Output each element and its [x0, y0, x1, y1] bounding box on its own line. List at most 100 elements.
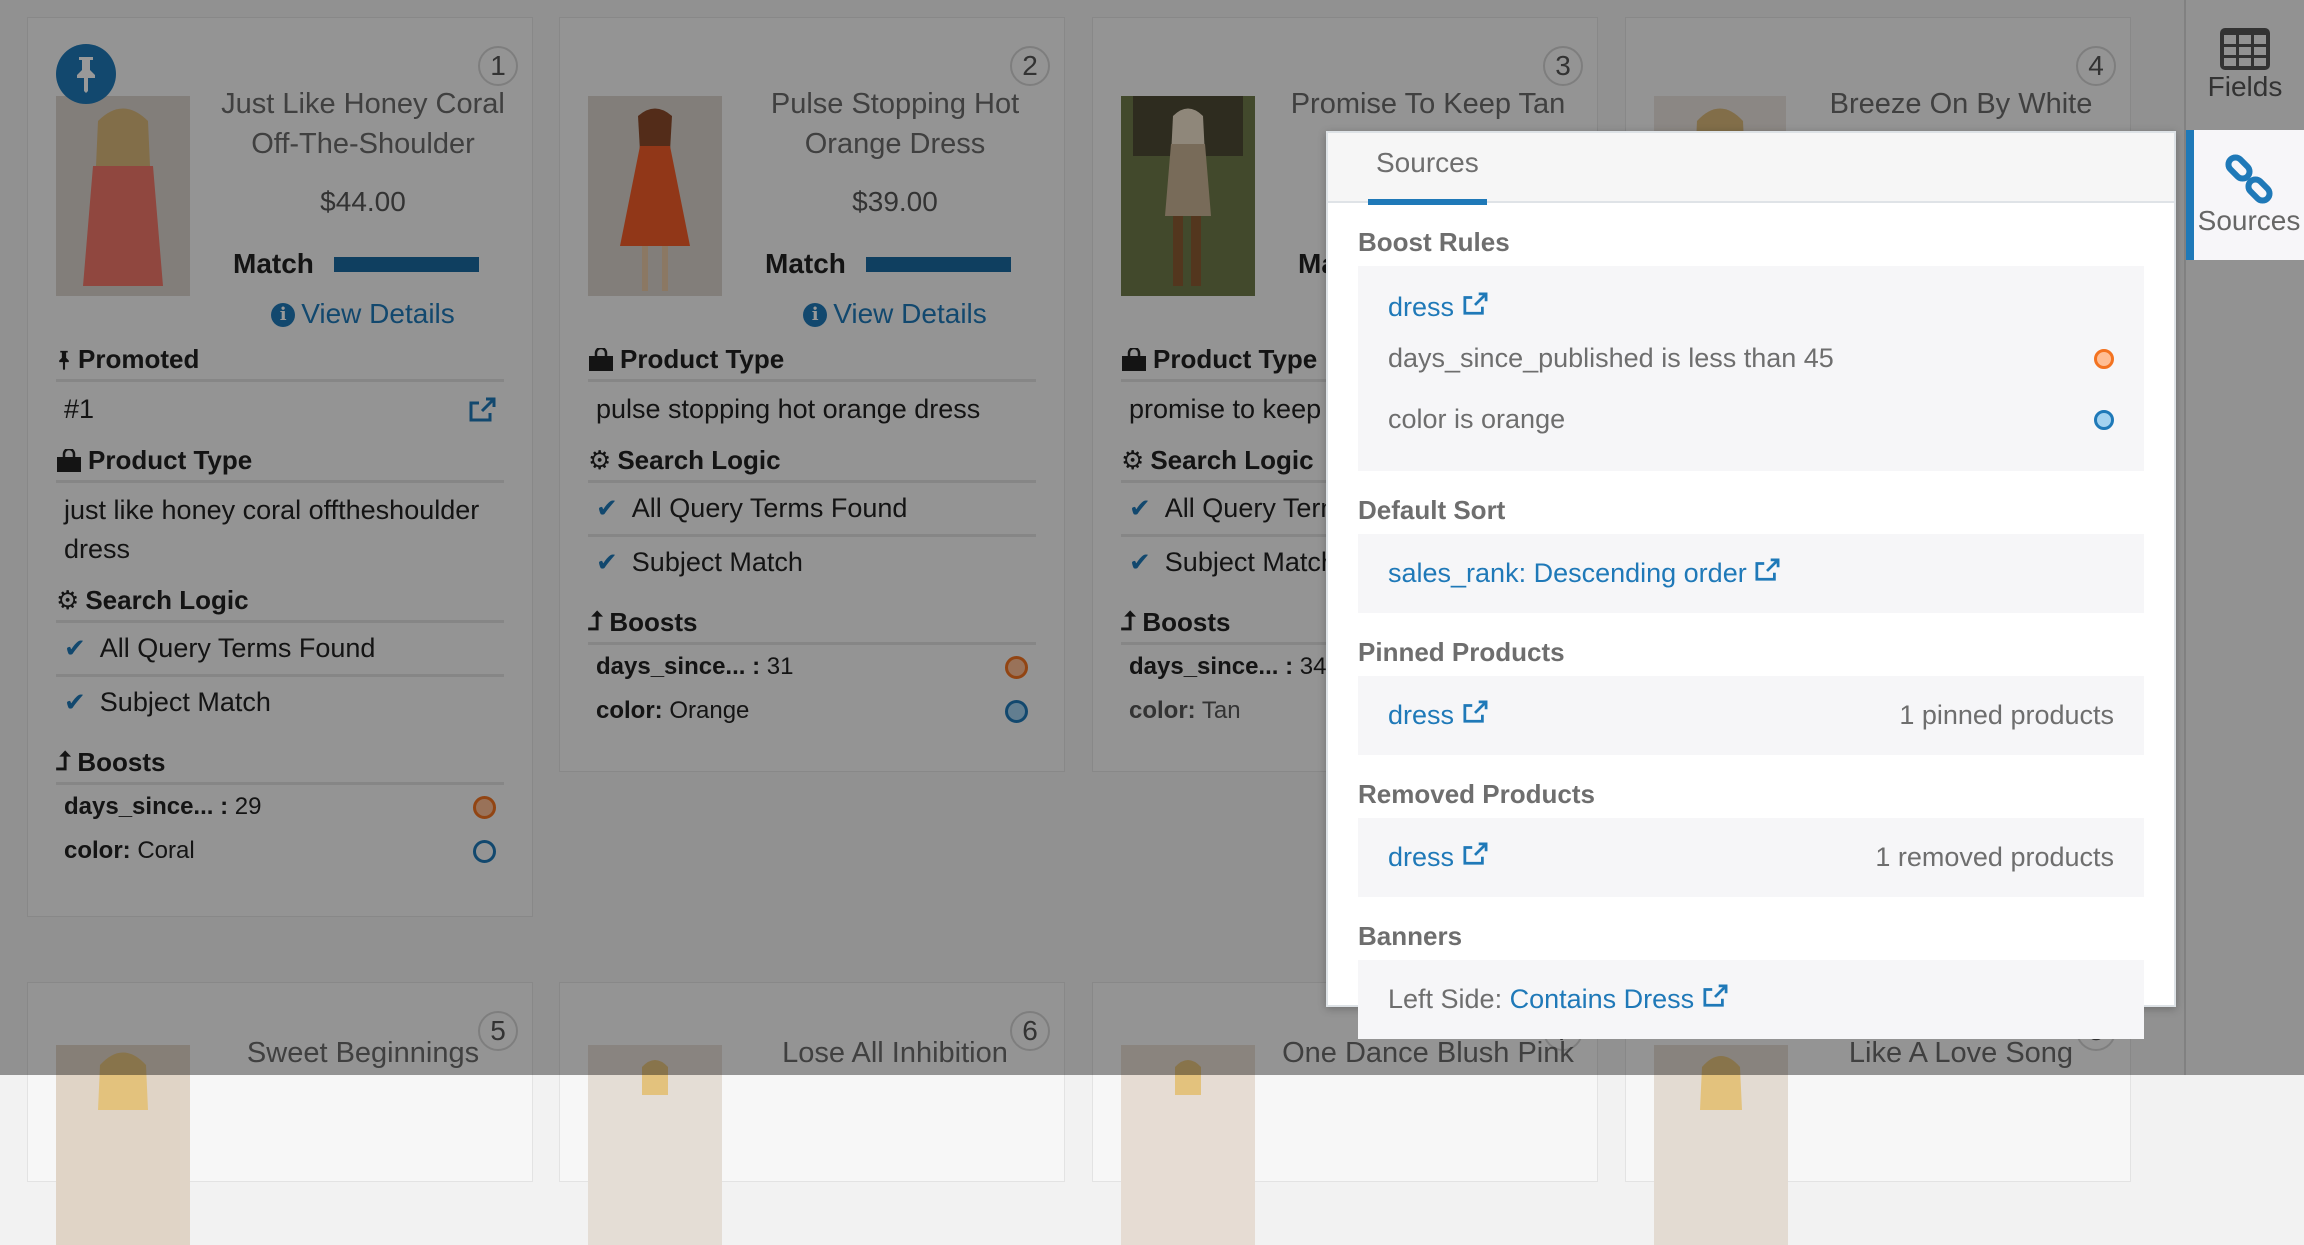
- boosts-heading: ⮥ Boosts: [56, 746, 504, 785]
- boost-rules-box: dress days_since_published is less than …: [1358, 266, 2144, 471]
- level-up-icon: ⮥: [1121, 606, 1137, 636]
- product-card[interactable]: 5 Sweet Beginnings: [27, 982, 533, 1245]
- external-link-icon[interactable]: [468, 397, 496, 423]
- promoted-value: #1: [56, 382, 504, 437]
- default-sort-heading: Default Sort: [1358, 495, 1506, 525]
- product-photo-figure: [83, 108, 163, 286]
- promoted-heading: Promoted: [56, 344, 504, 382]
- default-sort-box: sales_rank: Descending order: [1358, 534, 2144, 613]
- match-label: Match: [233, 248, 314, 279]
- product-type-value: just like honey coral offtheshoulder dre…: [64, 495, 480, 564]
- product-image[interactable]: [588, 96, 722, 296]
- search-logic-item: ✔ All Query Terms Found: [56, 623, 504, 677]
- product-photo-figure: [1133, 96, 1243, 286]
- pinned-products-count: 1 pinned products: [1899, 700, 2114, 730]
- match-bar: [333, 256, 479, 272]
- match-bar-fill: [333, 256, 479, 272]
- pinned-products-heading: Pinned Products: [1358, 637, 1565, 667]
- product-title[interactable]: Lose All Inhibition: [740, 1033, 1050, 1073]
- product-title[interactable]: Just Like Honey Coral Off-The-Shoulder: [208, 84, 518, 164]
- gear-icon: ⚙: [1121, 445, 1145, 475]
- match-label: Match: [765, 248, 846, 279]
- sidebar-item-label: Fields: [2207, 71, 2283, 102]
- product-details: Product Type pulse stopping hot orange d…: [588, 336, 1036, 733]
- table-icon: [2220, 28, 2270, 70]
- default-sort-link[interactable]: sales_rank: Descending order: [1388, 558, 1780, 589]
- product-image[interactable]: [56, 96, 190, 296]
- shopping-bag-icon: [57, 448, 81, 472]
- external-link-icon: [1703, 984, 1728, 1007]
- product-price: $39.00: [852, 186, 938, 217]
- level-up-icon: ⮥: [588, 606, 604, 636]
- search-logic-item: ✔ Subject Match: [596, 547, 803, 577]
- product-image[interactable]: [1654, 1045, 1788, 1245]
- rank-badge: 4: [2076, 46, 2116, 86]
- checkmark-icon: ✔: [596, 547, 618, 577]
- boost-rules-heading: Boost Rules: [1358, 227, 1510, 257]
- boost-rule-link-row: dress: [1388, 282, 2114, 333]
- product-image[interactable]: [588, 1045, 722, 1245]
- level-up-icon: ⮥: [56, 746, 72, 776]
- sidebar-item-fields[interactable]: Fields: [2186, 0, 2304, 130]
- pinned-products-box: dress 1 pinned products: [1358, 676, 2144, 755]
- banners-box: Left Side: Contains Dress: [1358, 960, 2144, 1039]
- info-icon: i: [271, 303, 296, 327]
- product-image[interactable]: [56, 1045, 190, 1245]
- product-title[interactable]: Sweet Beginnings: [208, 1033, 518, 1073]
- boost-indicator-orange: [1005, 655, 1028, 679]
- sources-panel: Sources Boost Rules dress days_since_pub…: [1326, 131, 2176, 1039]
- search-logic-heading: ⚙ Search Logic: [56, 585, 504, 623]
- rank-badge: 1: [478, 46, 518, 86]
- link-icon: [2225, 154, 2273, 204]
- external-link-icon: [1463, 292, 1488, 315]
- search-logic-item: ✔ All Query Terms Found: [588, 483, 1036, 537]
- match-bar: [865, 256, 1011, 272]
- external-link-icon: [1755, 558, 1780, 581]
- boost-indicator-orange: [2094, 348, 2114, 369]
- product-photo-figure: [1175, 1060, 1201, 1095]
- product-type-heading: Product Type: [588, 344, 1036, 382]
- view-details-link[interactable]: i View Details: [740, 298, 1050, 330]
- sources-tabs: Sources: [1328, 133, 2174, 205]
- boost-item: days_since... : 31: [588, 645, 1036, 689]
- view-details-label: View Details: [833, 298, 987, 329]
- gear-icon: ⚙: [56, 585, 80, 615]
- view-details-link[interactable]: i View Details: [208, 298, 518, 330]
- product-card[interactable]: 1 Just Like Honey Coral Off-The-Shoulder…: [27, 17, 533, 917]
- rank-badge: 3: [1543, 46, 1583, 86]
- product-photo-figure: [1700, 1056, 1742, 1110]
- removed-products-count: 1 removed products: [1875, 842, 2114, 872]
- product-photo-figure: [642, 1060, 668, 1095]
- external-link-icon: [1463, 842, 1488, 865]
- product-title[interactable]: Pulse Stopping Hot Orange Dress: [740, 84, 1050, 164]
- banner-link[interactable]: Contains Dress: [1510, 984, 1728, 1014]
- boosts-heading: ⮥ Boosts: [588, 606, 1036, 645]
- rank-badge: 2: [1010, 46, 1050, 86]
- boost-indicator-blue: [1005, 699, 1028, 723]
- info-icon: i: [803, 303, 828, 327]
- product-image[interactable]: [1121, 96, 1255, 296]
- gear-icon: ⚙: [588, 445, 612, 475]
- shopping-bag-icon: [1122, 347, 1146, 371]
- product-price: $44.00: [320, 186, 406, 217]
- removed-products-link[interactable]: dress: [1388, 842, 1488, 873]
- product-card[interactable]: 6 Lose All Inhibition: [559, 982, 1065, 1245]
- product-card[interactable]: 2 Pulse Stopping Hot Orange Dress $39.00…: [559, 17, 1065, 772]
- boost-item: days_since... : 29: [56, 785, 504, 829]
- sidebar-item-sources[interactable]: Sources: [2186, 130, 2304, 260]
- view-details-label: View Details: [301, 298, 455, 329]
- boost-item: color: Orange: [588, 689, 1036, 733]
- product-image[interactable]: [1121, 1045, 1255, 1245]
- checkmark-icon: ✔: [64, 633, 86, 663]
- product-photo-figure: [98, 1052, 148, 1110]
- sources-body: Boost Rules dress days_since_published i…: [1328, 203, 2174, 1063]
- match-bar-fill: [865, 256, 1011, 272]
- product-photo-figure: [620, 108, 690, 291]
- search-logic-item: ✔ Subject Match: [64, 687, 271, 717]
- boost-item: color: Coral: [56, 829, 504, 873]
- pinned-products-link[interactable]: dress: [1388, 700, 1488, 731]
- boost-rule-link[interactable]: dress: [1388, 292, 1488, 323]
- product-details: Promoted #1 Product Type just like honey…: [56, 336, 504, 873]
- product-type-value: pulse stopping hot orange dress: [596, 394, 981, 424]
- tab-sources[interactable]: Sources: [1368, 133, 1487, 205]
